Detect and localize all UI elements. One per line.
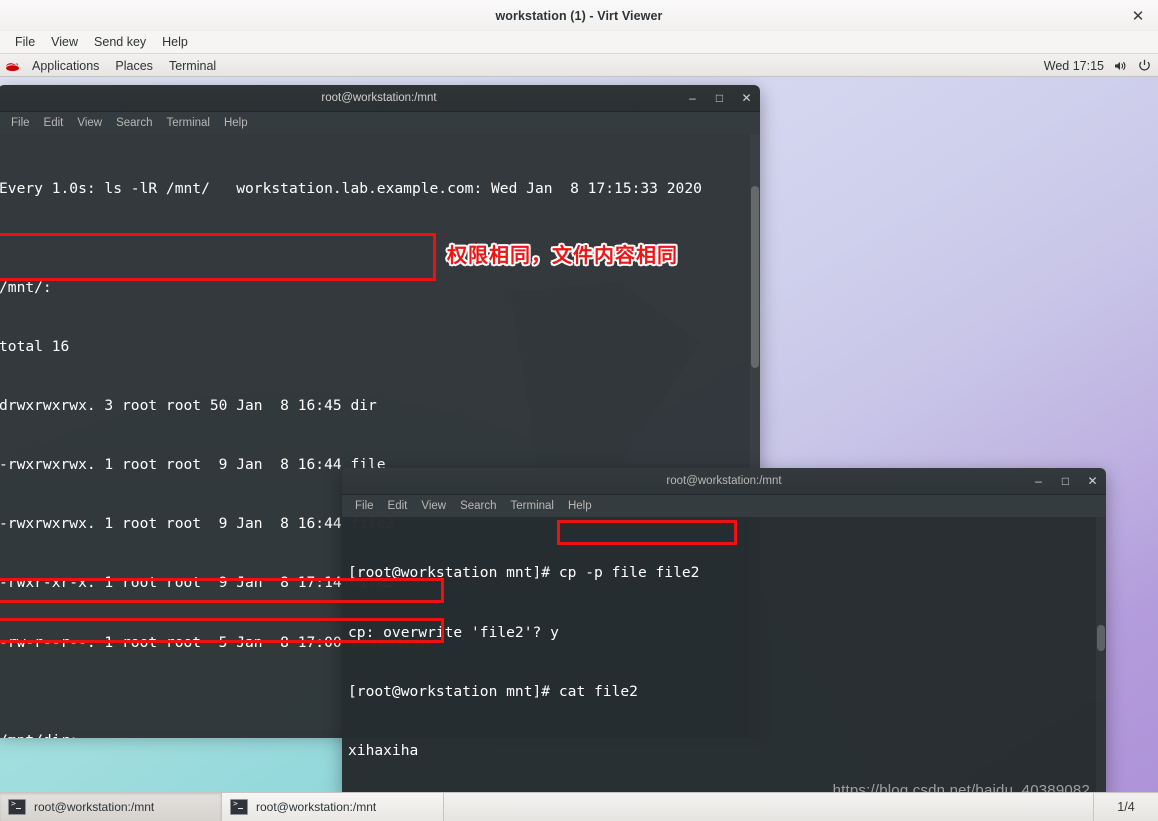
desktop-wallpaper: root@workstation:/mnt – □ ✕ File Edit Vi…	[0, 77, 1158, 792]
volume-icon[interactable]	[1113, 58, 1128, 73]
panel-item-terminal[interactable]: Terminal	[161, 59, 224, 73]
terminal-window-2[interactable]: root@workstation:/mnt – □ ✕ File Edit Vi…	[342, 468, 1106, 792]
minimize-icon[interactable]: –	[1033, 475, 1044, 487]
terminal2-scrollbar[interactable]	[1096, 517, 1106, 792]
menu-send-key[interactable]: Send key	[86, 35, 154, 49]
terminal2-menu-help[interactable]: Help	[561, 500, 599, 512]
terminal1-line: drwxrwxrwx. 3 root root 50 Jan 8 16:45 d…	[0, 397, 377, 415]
terminal2-line: cp: overwrite 'file2'? y	[348, 623, 559, 641]
taskbar-button-terminal-1[interactable]: root@workstation:/mnt	[0, 793, 222, 821]
menu-help[interactable]: Help	[154, 35, 196, 49]
panel-item-places[interactable]: Places	[107, 59, 161, 73]
terminal-icon	[8, 799, 26, 815]
terminal1-menu-view[interactable]: View	[70, 117, 109, 129]
terminal-icon	[230, 799, 248, 815]
taskbar-button-terminal-2[interactable]: root@workstation:/mnt	[222, 793, 444, 821]
terminal2-menu-terminal[interactable]: Terminal	[504, 500, 561, 512]
terminal2-line: [root@workstation mnt]# cat file2	[348, 682, 638, 700]
terminal1-window-buttons: – □ ✕	[687, 85, 752, 111]
terminal2-menu-file[interactable]: File	[348, 500, 381, 512]
terminal1-menubar: File Edit View Search Terminal Help	[0, 112, 760, 134]
terminal1-menu-terminal[interactable]: Terminal	[160, 117, 217, 129]
panel-left-group: Applications Places Terminal	[0, 54, 224, 77]
terminal1-line: total 16	[0, 338, 70, 356]
viewer-title: workstation (1) - Virt Viewer	[495, 8, 663, 23]
minimize-icon[interactable]: –	[687, 92, 698, 104]
maximize-icon[interactable]: □	[714, 92, 725, 104]
terminal1-menu-edit[interactable]: Edit	[37, 117, 71, 129]
terminal2-menubar: File Edit View Search Terminal Help	[342, 495, 1106, 517]
viewer-titlebar: workstation (1) - Virt Viewer ✕	[0, 0, 1158, 32]
taskbar-button-label: root@workstation:/mnt	[34, 800, 155, 814]
terminal2-scrollbar-thumb[interactable]	[1097, 625, 1105, 651]
redhat-logo-icon	[4, 59, 20, 73]
terminal1-menu-search[interactable]: Search	[109, 117, 159, 129]
terminal1-title: root@workstation:/mnt	[321, 92, 437, 104]
terminal2-output[interactable]: [root@workstation mnt]# cp -p file file2…	[342, 517, 1106, 792]
menu-view[interactable]: View	[43, 35, 86, 49]
maximize-icon[interactable]: □	[1060, 475, 1071, 487]
terminal1-line: /mnt/:	[0, 278, 52, 296]
taskbar-spacer	[444, 793, 1093, 821]
panel-right-group: Wed 17:15	[1044, 54, 1152, 77]
virt-viewer-window: workstation (1) - Virt Viewer ✕ File Vie…	[0, 0, 1158, 821]
terminal1-line: Every 1.0s: ls -lR /mnt/ workstation.lab…	[0, 180, 702, 198]
terminal2-menu-edit[interactable]: Edit	[381, 500, 415, 512]
close-icon[interactable]: ✕	[741, 92, 752, 104]
terminal2-line: xihaxiha	[348, 741, 419, 759]
panel-clock[interactable]: Wed 17:15	[1044, 59, 1104, 73]
terminal2-window-buttons: – □ ✕	[1033, 468, 1098, 494]
terminal1-scrollbar-thumb[interactable]	[751, 186, 759, 368]
gnome-top-panel: Applications Places Terminal Wed 17:15	[0, 54, 1158, 77]
terminal2-menu-search[interactable]: Search	[453, 500, 503, 512]
workspace-page-indicator[interactable]: 1/4	[1093, 793, 1158, 821]
terminal2-menu-view[interactable]: View	[414, 500, 453, 512]
terminal2-line: [root@workstation mnt]# cp -p file file2	[348, 564, 700, 582]
viewer-menubar: File View Send key Help	[0, 31, 1158, 54]
terminal1-menu-file[interactable]: File	[4, 117, 37, 129]
power-icon[interactable]	[1137, 58, 1152, 73]
menu-file[interactable]: File	[7, 35, 43, 49]
close-icon[interactable]: ✕	[1087, 475, 1098, 487]
terminal1-titlebar[interactable]: root@workstation:/mnt – □ ✕	[0, 85, 760, 112]
terminal2-titlebar[interactable]: root@workstation:/mnt – □ ✕	[342, 468, 1106, 495]
close-icon[interactable]: ✕	[1128, 6, 1148, 26]
terminal1-menu-help[interactable]: Help	[217, 117, 255, 129]
panel-item-applications[interactable]: Applications	[24, 59, 107, 73]
terminal2-title: root@workstation:/mnt	[666, 475, 782, 487]
taskbar-button-label: root@workstation:/mnt	[256, 800, 377, 814]
window-list-taskbar: root@workstation:/mnt root@workstation:/…	[0, 792, 1158, 821]
